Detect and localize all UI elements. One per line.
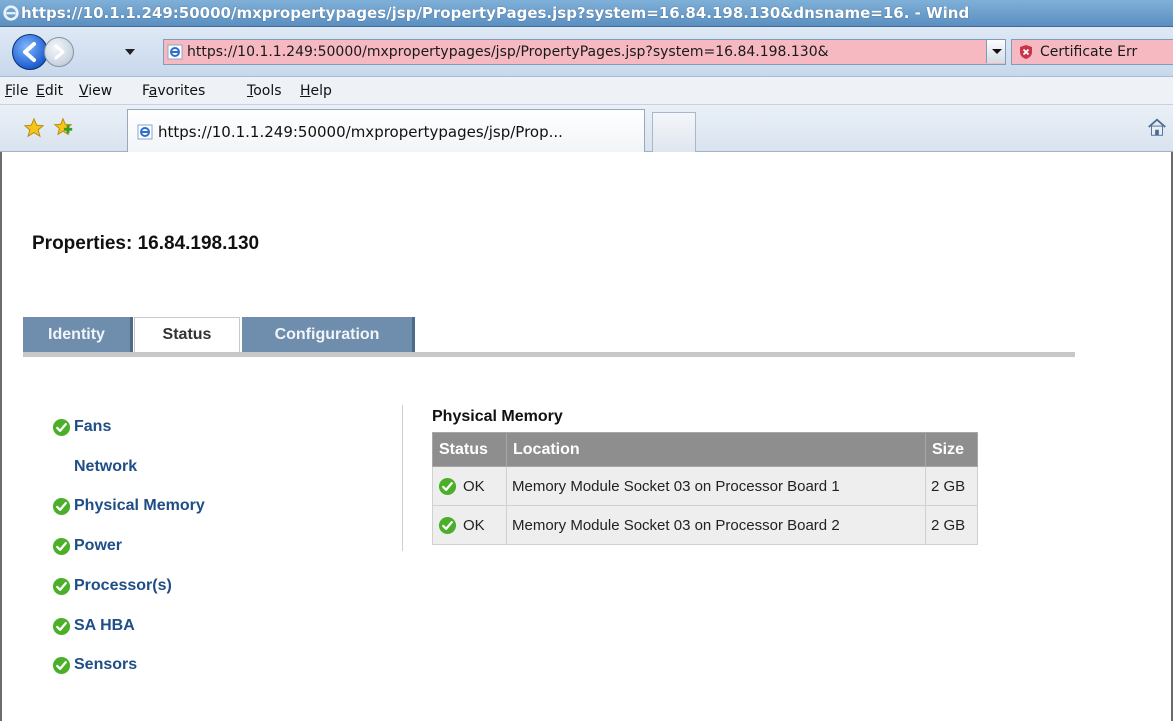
ok-check-icon [52,497,71,515]
browser-tab-title: https://10.1.1.249:50000/mxpropertypages… [158,122,563,141]
table-row: OK Memory Module Socket 03 on Processor … [432,466,978,506]
status-nav-label: Fans [74,418,112,435]
status-nav-label: Sensors [74,656,138,673]
ok-check-icon [52,537,71,555]
status-cell: OK [432,466,507,506]
tab-status[interactable]: Status [134,317,240,352]
status-nav-label: SA HBA [74,617,135,634]
column-header-status: Status [432,432,507,467]
status-nav-fans[interactable]: Fans [52,414,111,440]
tab-configuration[interactable]: Configuration [242,317,415,352]
new-tab-button[interactable] [652,112,696,153]
ie-logo-icon [3,5,19,21]
ok-check-icon [52,577,71,595]
location-cell: Memory Module Socket 03 on Processor Boa… [506,505,926,545]
shield-error-icon [1020,45,1032,59]
status-nav-label: Power [74,537,123,554]
window-title: https://10.1.1.249:50000/mxpropertypages… [21,4,970,22]
ie-page-icon [137,124,153,139]
address-dropdown-button[interactable] [986,40,1005,63]
physical-memory-table: Status Location Size OK Memory Module So… [432,432,978,545]
status-nav-processors[interactable]: Processor(s) [52,573,172,599]
tab-identity[interactable]: Identity [23,317,133,352]
status-nav-power[interactable]: Power [52,533,122,559]
status-nav-sa-hba[interactable]: SA HBA [52,613,135,639]
menu-tools[interactable]: Tools [247,83,300,99]
status-text: OK [463,516,485,534]
physical-memory-title: Physical Memory [432,408,563,425]
ie-page-icon [167,44,183,60]
status-nav-network[interactable]: Network [74,454,137,480]
column-header-size: Size [925,432,978,467]
status-nav-label: Physical Memory [74,497,205,514]
table-row: OK Memory Module Socket 03 on Processor … [432,505,978,545]
forward-arrow-icon [54,44,65,60]
recent-pages-dropdown[interactable] [125,49,135,55]
navigation-bar: https://10.1.1.249:50000/mxpropertypages… [0,27,1173,77]
back-arrow-icon [23,42,36,62]
status-text: OK [463,477,485,495]
table-header-row: Status Location Size [432,432,978,467]
certificate-error-indicator[interactable]: Certificate Err [1011,39,1173,65]
menu-view[interactable]: View [79,83,142,99]
menu-help[interactable]: Help [300,83,345,99]
ok-check-icon [438,477,457,495]
status-nav-sensors[interactable]: Sensors [52,652,137,678]
menu-bar: File Edit View Favorites Tools Help [0,77,1173,105]
panel-divider [402,405,403,551]
browser-tab-active[interactable]: https://10.1.1.249:50000/mxpropertypages… [127,109,645,153]
address-url[interactable]: https://10.1.1.249:50000/mxpropertypages… [187,44,1005,60]
favorites-star-icon[interactable] [23,117,45,139]
certificate-error-label: Certificate Err [1040,44,1138,60]
forward-button[interactable] [44,37,74,67]
menu-favorites[interactable]: Favorites [142,83,247,99]
back-button[interactable] [12,34,48,70]
status-nav-label: Network [74,458,138,475]
size-cell: 2 GB [925,505,978,545]
ok-check-icon [438,516,457,534]
ok-check-icon [52,418,71,436]
ok-check-icon [52,656,71,674]
status-cell: OK [432,505,507,545]
size-cell: 2 GB [925,466,978,506]
add-favorite-icon[interactable] [52,116,74,138]
ok-check-icon [52,617,71,635]
location-cell: Memory Module Socket 03 on Processor Boa… [506,466,926,506]
favorites-bar: https://10.1.1.249:50000/mxpropertypages… [0,105,1173,153]
home-icon[interactable] [1146,116,1168,138]
menu-file[interactable]: File [5,83,36,99]
tab-divider [23,352,1075,357]
window-titlebar: https://10.1.1.249:50000/mxpropertypages… [0,0,1173,27]
page-title: Properties: 16.84.198.130 [32,233,260,254]
status-nav-label: Processor(s) [74,577,172,594]
menu-edit[interactable]: Edit [36,83,79,99]
status-nav-physical-memory[interactable]: Physical Memory [52,493,205,519]
column-header-location: Location [506,432,926,467]
address-bar[interactable]: https://10.1.1.249:50000/mxpropertypages… [163,39,1006,65]
